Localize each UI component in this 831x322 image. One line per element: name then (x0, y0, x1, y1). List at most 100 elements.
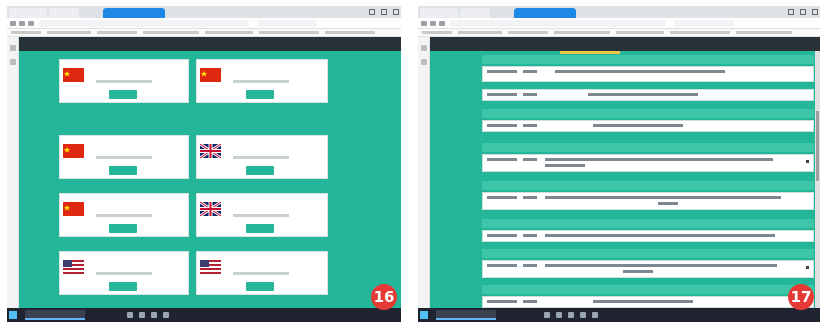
view-messages-button[interactable] (109, 90, 137, 99)
number-card[interactable] (196, 251, 328, 295)
message-panel (482, 296, 814, 308)
taskbar-icon[interactable] (580, 312, 586, 318)
taskbar-icon[interactable] (151, 312, 157, 318)
card-subtitle (233, 156, 289, 159)
taskbar-app[interactable] (25, 310, 85, 320)
message-row[interactable] (482, 143, 814, 177)
screenshot-17: 17 (418, 6, 820, 322)
us-flag-icon (200, 260, 221, 274)
step-badge: 16 (371, 284, 397, 310)
row-header (482, 285, 814, 294)
rail-icon[interactable] (10, 59, 16, 65)
content-scrollbar[interactable] (815, 51, 820, 308)
row-header (482, 55, 814, 64)
cn-flag-icon (63, 202, 84, 216)
windows-start-icon[interactable] (420, 311, 428, 319)
taskbar-icon[interactable] (556, 312, 562, 318)
number-card[interactable] (196, 193, 328, 237)
number-card[interactable] (59, 135, 189, 179)
number-card[interactable] (59, 193, 189, 237)
browser-search-input[interactable] (257, 20, 317, 27)
browser-tab[interactable] (420, 8, 458, 18)
taskbar-app[interactable] (436, 310, 496, 320)
view-messages-button[interactable] (109, 224, 137, 233)
scrollbar-thumb[interactable] (816, 111, 819, 181)
taskbar-icon[interactable] (127, 312, 133, 318)
maximize-icon[interactable] (381, 9, 387, 15)
back-icon[interactable] (421, 21, 427, 26)
close-icon[interactable] (393, 9, 399, 15)
card-subtitle (233, 272, 289, 275)
message-row[interactable] (482, 109, 814, 139)
left-rail (7, 37, 19, 308)
browser-tab-bar (7, 6, 401, 18)
view-messages-button[interactable] (109, 166, 137, 175)
browser-tab-active[interactable] (514, 8, 576, 18)
maximize-icon[interactable] (800, 9, 806, 15)
view-messages-button[interactable] (109, 282, 137, 291)
taskbar-icon[interactable] (544, 312, 550, 318)
rail-icon[interactable] (10, 45, 16, 51)
bookmarks-bar (418, 29, 820, 37)
message-panel (482, 120, 814, 132)
windows-start-icon[interactable] (9, 311, 17, 319)
cn-flag-icon (200, 68, 221, 82)
rail-icon[interactable] (421, 45, 427, 51)
address-bar (418, 18, 820, 29)
taskbar-icon[interactable] (568, 312, 574, 318)
browser-tab[interactable] (49, 8, 79, 18)
view-messages-button[interactable] (246, 166, 274, 175)
number-card[interactable] (196, 59, 328, 103)
url-input[interactable] (450, 20, 666, 27)
number-grid (19, 51, 401, 308)
number-card[interactable] (196, 135, 328, 179)
browser-tab-active[interactable] (103, 8, 165, 18)
view-messages-button[interactable] (246, 282, 274, 291)
minimize-icon[interactable] (369, 9, 375, 15)
rail-icon[interactable] (421, 59, 427, 65)
minimize-icon[interactable] (788, 9, 794, 15)
row-header (482, 143, 814, 152)
message-list (430, 51, 820, 308)
message-panel (482, 260, 814, 278)
cn-flag-icon (63, 144, 84, 158)
url-input[interactable] (39, 20, 249, 27)
browser-tab[interactable] (9, 8, 47, 18)
card-subtitle (96, 156, 152, 159)
card-subtitle (233, 214, 289, 217)
message-row[interactable] (482, 285, 814, 308)
message-row[interactable] (482, 249, 814, 283)
row-marker (806, 160, 809, 163)
reload-icon[interactable] (28, 21, 34, 26)
message-panel (482, 192, 814, 210)
browser-tab-bar (418, 6, 820, 18)
message-row[interactable] (482, 219, 814, 247)
close-icon[interactable] (812, 9, 818, 15)
back-icon[interactable] (10, 21, 16, 26)
forward-icon[interactable] (430, 21, 436, 26)
uk-flag-icon (200, 144, 221, 158)
taskbar-icon[interactable] (163, 312, 169, 318)
message-row[interactable] (482, 55, 814, 85)
app-header (19, 37, 401, 51)
bookmarks-bar (7, 29, 401, 37)
reload-icon[interactable] (439, 21, 445, 26)
message-panel (482, 66, 814, 82)
browser-tab[interactable] (460, 8, 490, 18)
row-header (482, 219, 814, 228)
view-messages-button[interactable] (246, 90, 274, 99)
message-row[interactable] (482, 181, 814, 215)
taskbar-icon[interactable] (592, 312, 598, 318)
number-card[interactable] (59, 251, 189, 295)
windows-taskbar (418, 308, 820, 322)
view-messages-button[interactable] (246, 224, 274, 233)
message-panel (482, 154, 814, 172)
screenshot-16: 16 (7, 6, 401, 322)
cn-flag-icon (63, 68, 84, 82)
row-header (482, 249, 814, 258)
browser-search-input[interactable] (674, 20, 734, 27)
taskbar-icon[interactable] (139, 312, 145, 318)
number-card[interactable] (59, 59, 189, 103)
message-panel (482, 230, 814, 242)
forward-icon[interactable] (19, 21, 25, 26)
